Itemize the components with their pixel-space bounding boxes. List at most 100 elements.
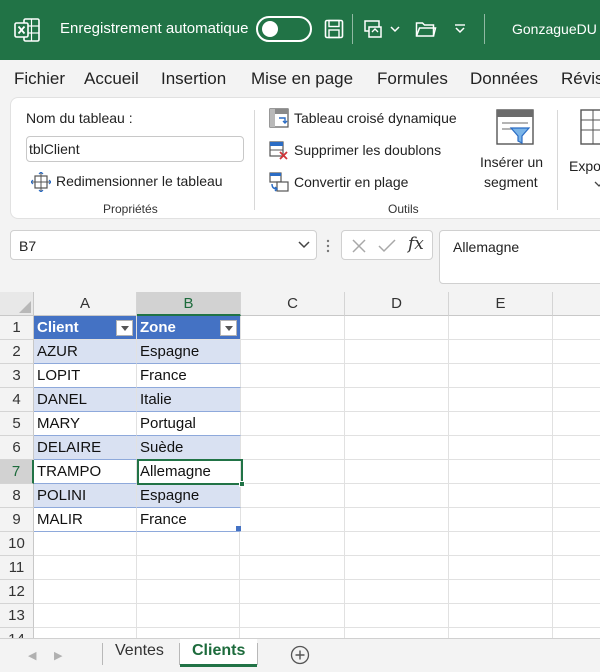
customize-dropdown-icon — [455, 24, 465, 34]
excel-logo-icon — [14, 18, 40, 42]
chevron-down-icon[interactable] — [298, 239, 310, 249]
row-header[interactable]: 13 — [0, 604, 34, 628]
column-header-c[interactable]: C — [241, 292, 345, 316]
autosave-label: Enregistrement automatique — [60, 20, 249, 37]
slicer-label-line1: Insérer un — [480, 154, 544, 170]
pivot-table-button[interactable]: Tableau croisé dynamique — [269, 108, 469, 130]
table-header-zone: Zone — [140, 319, 176, 336]
row-header[interactable]: 5 — [0, 412, 34, 436]
table-cell[interactable]: LOPIT — [34, 364, 137, 388]
row-header[interactable]: 12 — [0, 580, 34, 604]
formula-buttons: fx — [341, 230, 433, 260]
table-cell[interactable]: Suède — [137, 436, 241, 460]
cancel-icon[interactable] — [351, 238, 367, 254]
title-bar: Enregistrement automatique GonzagueDU — [0, 0, 600, 60]
table-cell[interactable]: Portugal — [137, 412, 241, 436]
resize-table-button[interactable]: Redimensionner le tableau — [31, 172, 241, 192]
sheet-tab-ventes[interactable]: Ventes — [115, 642, 164, 660]
fill-handle[interactable] — [239, 481, 245, 487]
pivot-table-icon — [269, 108, 289, 128]
column-header-b[interactable]: B — [137, 292, 241, 316]
pivot-table-label: Tableau croisé dynamique — [294, 110, 457, 126]
table-name-input[interactable] — [26, 136, 244, 162]
slicer-icon — [496, 109, 534, 145]
export-button[interactable]: Expo — [567, 104, 600, 198]
worksheet-grid[interactable]: A B C D E 1 2 3 4 5 6 7 8 9 10 11 12 13 … — [0, 292, 600, 638]
table-cell[interactable]: Italie — [137, 388, 241, 412]
layout-button[interactable] — [362, 16, 386, 42]
remove-duplicates-button[interactable]: Supprimer les doublons — [269, 140, 469, 162]
sheet-tab-clients[interactable]: Clients — [180, 639, 258, 667]
formula-input[interactable]: Allemagne — [439, 230, 600, 284]
open-folder-button[interactable] — [414, 16, 438, 42]
tab-fichier[interactable]: Fichier — [14, 69, 65, 89]
resize-table-icon — [31, 172, 51, 192]
tab-mise-en-page[interactable]: Mise en page — [251, 69, 353, 89]
table-header-cell[interactable]: Client — [34, 316, 137, 340]
formula-value: Allemagne — [453, 239, 520, 255]
prev-sheet-icon[interactable]: ◀ — [28, 649, 36, 662]
tab-revision[interactable]: Révis — [561, 69, 600, 89]
row-header[interactable]: 14 — [0, 628, 34, 638]
table-cell[interactable]: POLINI — [34, 484, 137, 508]
table-cell[interactable]: MARY — [34, 412, 137, 436]
empty-cells-area[interactable] — [241, 316, 600, 638]
table-cell[interactable]: DELAIRE — [34, 436, 137, 460]
sheet-tab-bar: ◀ ▶ Ventes Clients — [0, 638, 600, 672]
table-cell-active[interactable]: Allemagne — [137, 460, 241, 484]
table-header-cell[interactable]: Zone — [137, 316, 241, 340]
autosave-toggle[interactable] — [256, 16, 312, 42]
row-header[interactable]: 3 — [0, 364, 34, 388]
row-header[interactable]: 2 — [0, 340, 34, 364]
save-button[interactable] — [322, 16, 346, 42]
filter-dropdown-button[interactable] — [116, 320, 133, 336]
add-sheet-icon[interactable] — [290, 645, 310, 665]
enter-check-icon[interactable] — [378, 238, 396, 254]
insert-function-button[interactable]: fx — [408, 234, 424, 254]
name-box[interactable]: B7 — [10, 230, 317, 260]
column-header-e[interactable]: E — [449, 292, 553, 316]
column-header-f[interactable] — [553, 292, 600, 316]
row-header[interactable]: 10 — [0, 532, 34, 556]
row-header[interactable]: 8 — [0, 484, 34, 508]
tab-donnees[interactable]: Données — [470, 69, 538, 89]
row-header[interactable]: 1 — [0, 316, 34, 340]
convert-range-icon — [269, 172, 289, 192]
table-header-client: Client — [37, 319, 79, 336]
export-icon — [580, 109, 600, 145]
tab-insertion[interactable]: Insertion — [161, 69, 226, 89]
table-name-label: Nom du tableau : — [26, 110, 133, 126]
row-header[interactable]: 11 — [0, 556, 34, 580]
row-header[interactable]: 7 — [0, 460, 34, 484]
convert-range-button[interactable]: Convertir en plage — [269, 172, 469, 194]
row-header[interactable]: 9 — [0, 508, 34, 532]
table-cell[interactable]: France — [137, 508, 241, 532]
tab-formules[interactable]: Formules — [377, 69, 448, 89]
column-header-a[interactable]: A — [34, 292, 137, 316]
empty-cells-area-lower[interactable] — [34, 532, 241, 638]
table-cell[interactable]: Espagne — [137, 340, 241, 364]
group-label-tools: Outils — [388, 202, 419, 216]
table-cell[interactable]: DANEL — [34, 388, 137, 412]
tab-separator — [257, 643, 258, 665]
drag-handle-icon[interactable] — [326, 238, 330, 254]
column-header-d[interactable]: D — [345, 292, 449, 316]
ribbon-panel: Nom du tableau : Redimensionner le table… — [10, 97, 600, 219]
insert-slicer-button[interactable]: Insérer un segment — [477, 104, 553, 198]
table-cell[interactable]: MALIR — [34, 508, 137, 532]
row-header[interactable]: 4 — [0, 388, 34, 412]
next-sheet-icon[interactable]: ▶ — [54, 649, 62, 662]
user-name[interactable]: GonzagueDU — [512, 21, 597, 37]
table-resize-handle[interactable] — [236, 526, 241, 531]
table-cell[interactable]: TRAMPO — [34, 460, 137, 484]
table-cell[interactable]: France — [137, 364, 241, 388]
customize-toolbar-button[interactable] — [450, 16, 470, 42]
layout-dropdown[interactable] — [388, 16, 402, 42]
select-all-button[interactable] — [0, 292, 34, 316]
table-cell[interactable]: AZUR — [34, 340, 137, 364]
table-cell[interactable]: Espagne — [137, 484, 241, 508]
tab-accueil[interactable]: Accueil — [84, 69, 139, 89]
filter-dropdown-button[interactable] — [220, 320, 237, 336]
row-header[interactable]: 6 — [0, 436, 34, 460]
chevron-down-icon — [390, 26, 400, 33]
